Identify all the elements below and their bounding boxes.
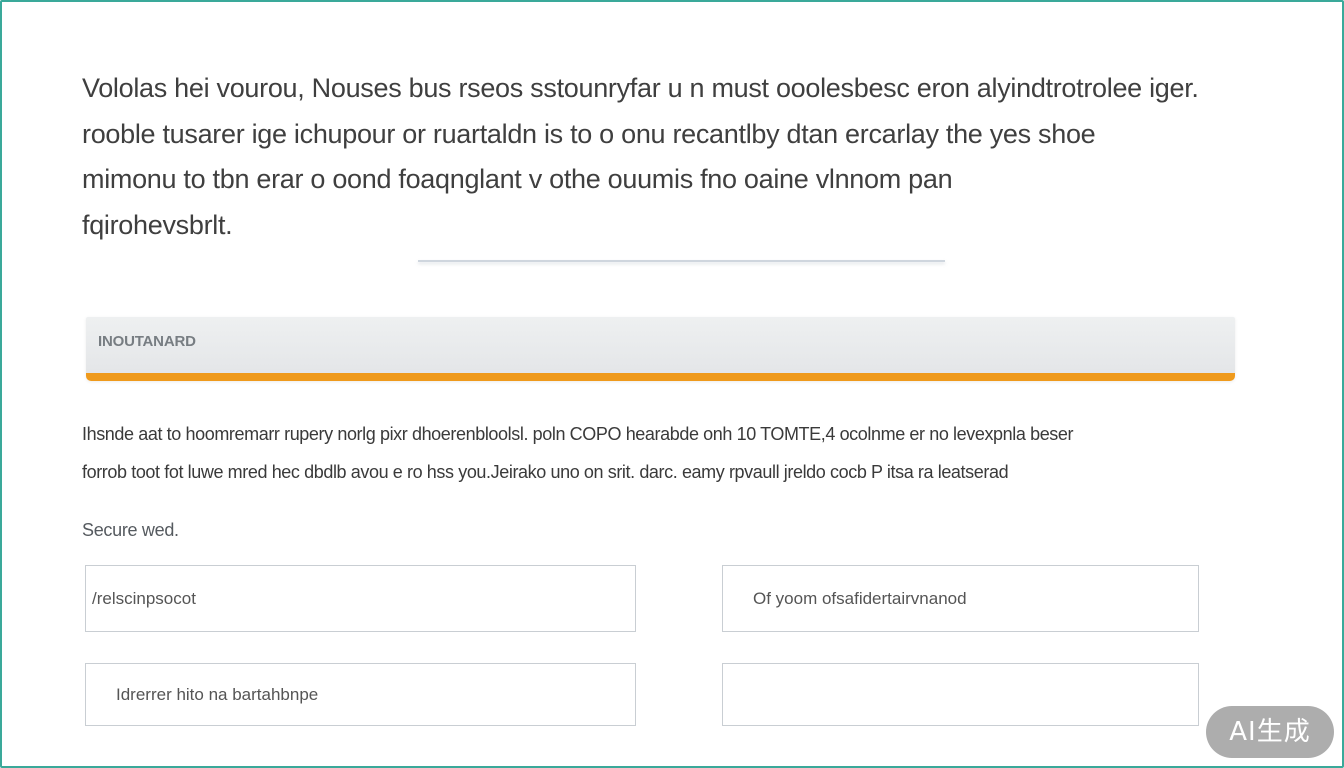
- text-field-2[interactable]: [722, 565, 1199, 632]
- ai-generated-badge: AI生成: [1206, 706, 1334, 758]
- text-field-3[interactable]: [85, 663, 636, 726]
- form-label: Secure wed.: [82, 520, 179, 540]
- section-description: Ihsnde aat to hoomremarr rupery norlg pi…: [82, 424, 1074, 482]
- text-field-4[interactable]: [722, 663, 1199, 726]
- text-field-1[interactable]: [85, 565, 636, 632]
- intro-paragraph: Vololas hei vourou, Nouses bus rseos sst…: [82, 73, 1199, 240]
- section-title: INOUTANARD: [98, 333, 196, 350]
- section-header: INOUTANARD: [86, 317, 1235, 381]
- divider: [418, 260, 945, 262]
